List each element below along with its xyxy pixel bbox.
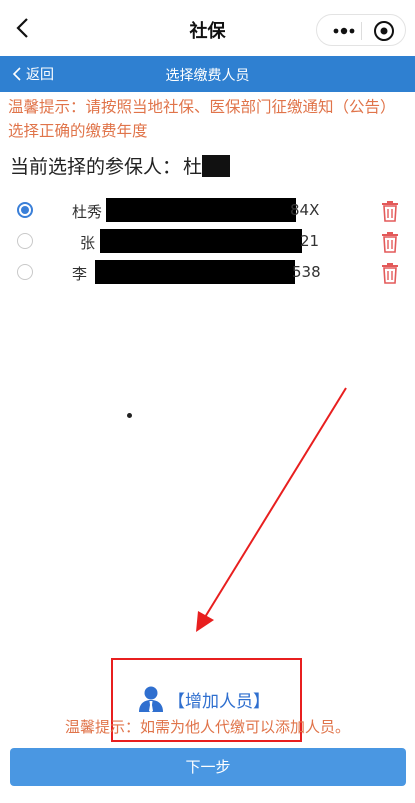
person-name: 李 xyxy=(72,265,88,283)
trash-icon[interactable] xyxy=(380,200,400,222)
trash-icon[interactable] xyxy=(380,262,400,284)
current-label: 当前选择的参保人： xyxy=(10,156,182,178)
hint-text: 温馨提示：如需为他人代缴可以添加人员。 xyxy=(64,718,350,736)
redaction-mask xyxy=(95,260,295,284)
current-name: 杜 xyxy=(183,156,203,178)
wechat-capsule xyxy=(316,14,406,46)
person-list: 杜秀 84X 张 21 李 538 xyxy=(0,196,415,289)
current-insured: 当前选择的参保人： 杜 xyxy=(10,152,231,179)
list-item[interactable]: 张 21 xyxy=(0,227,415,258)
person-id-tail: 84X xyxy=(290,201,320,219)
more-dots-icon[interactable] xyxy=(333,25,357,37)
stray-dot xyxy=(127,413,132,418)
list-item[interactable]: 杜秀 84X xyxy=(0,196,415,227)
person-id-tail: 21 xyxy=(300,232,320,250)
list-item[interactable]: 李 538 xyxy=(0,258,415,289)
radio-unselected[interactable] xyxy=(17,264,33,280)
page-title: 选择缴费人员 xyxy=(165,68,250,84)
radio-unselected[interactable] xyxy=(17,233,33,249)
person-name: 杜秀 xyxy=(72,203,103,221)
redaction-mask xyxy=(202,154,231,177)
wechat-nav-bar: 社保 xyxy=(0,0,415,56)
radio-selected[interactable] xyxy=(17,202,33,218)
redaction-mask xyxy=(100,229,302,253)
notice-text: 温馨提示：请按照当地社保、医保部门征缴通知（公告）选择正确的缴费年度 xyxy=(8,98,396,140)
page-header: 返回 选择缴费人员 xyxy=(0,56,415,92)
next-step-button[interactable]: 下一步 xyxy=(10,748,406,786)
person-icon xyxy=(139,686,163,713)
person-name: 张 xyxy=(80,234,96,252)
trash-icon[interactable] xyxy=(380,231,400,253)
target-icon[interactable] xyxy=(373,20,395,42)
capsule-divider xyxy=(361,22,362,40)
add-person-button[interactable]: 【增加人员】 xyxy=(138,684,270,714)
person-id-tail: 538 xyxy=(292,263,321,281)
redaction-mask xyxy=(106,198,296,222)
add-person-label: 【增加人员】 xyxy=(168,691,270,712)
